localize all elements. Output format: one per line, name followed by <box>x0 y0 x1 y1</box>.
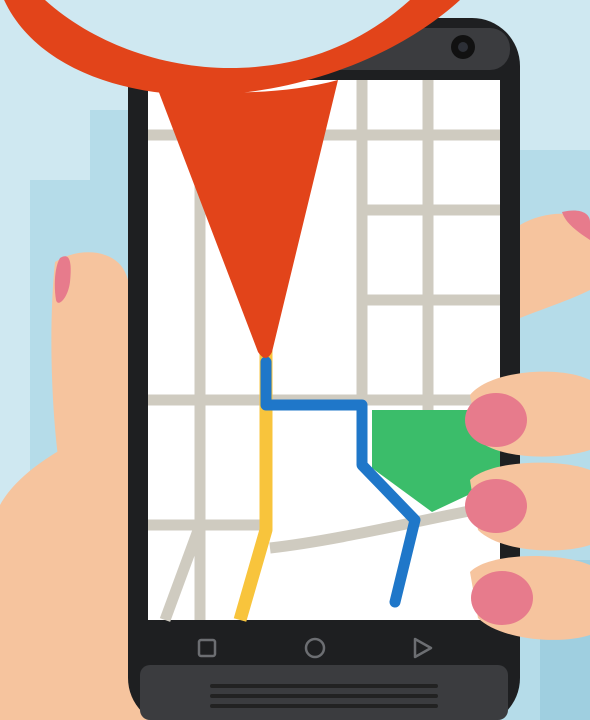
finger-1 <box>465 371 590 457</box>
grille-row-3 <box>210 704 438 708</box>
finger-2-nail <box>465 479 527 533</box>
map-navigation-illustration <box>0 0 590 720</box>
camera-lens <box>458 42 468 52</box>
phone-bottom-bezel <box>140 665 508 720</box>
finger-3-nail <box>471 571 533 625</box>
finger-1-nail <box>465 393 527 447</box>
speaker-grille-icon <box>210 684 438 708</box>
grille-row-2 <box>210 694 438 698</box>
grille-row-1 <box>210 684 438 688</box>
